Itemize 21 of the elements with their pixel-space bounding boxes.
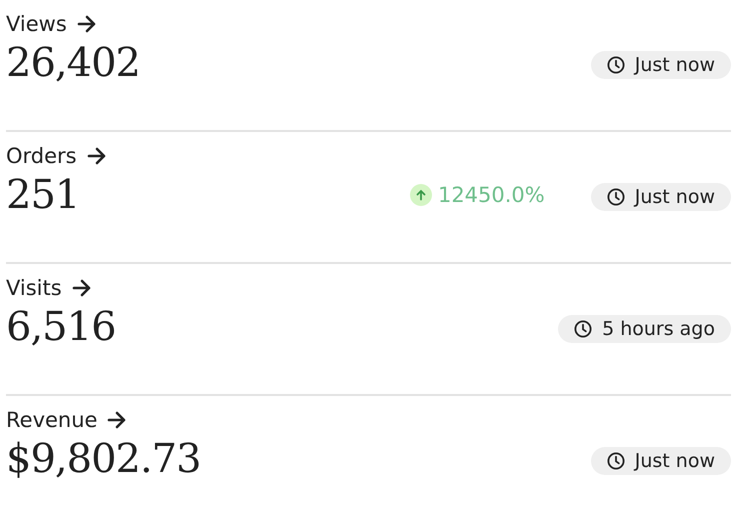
change-percent: 12450.0% <box>438 183 545 207</box>
metric-value: 6,516 <box>6 304 117 350</box>
metric-value: $9,802.73 <box>6 436 202 482</box>
arrow-right-icon <box>72 279 92 297</box>
clock-icon <box>606 452 625 470</box>
metric-value: 26,402 <box>6 40 141 86</box>
arrow-right-icon <box>76 15 97 33</box>
metric-link[interactable]: Views <box>6 8 97 40</box>
updated-badge: 5 hours ago <box>558 315 731 343</box>
metric-link[interactable]: Orders <box>6 140 107 172</box>
clock-icon <box>606 188 625 206</box>
metric-link[interactable]: Visits <box>6 272 92 304</box>
clock-icon <box>574 320 592 338</box>
updated-badge: Just now <box>590 447 731 475</box>
metric-value: 251 <box>6 172 80 218</box>
updated-badge: Just now <box>590 51 731 79</box>
clock-icon <box>606 56 625 74</box>
arrow-right-icon <box>86 147 107 165</box>
updated-badge: Just now <box>590 183 731 211</box>
arrow-right-icon <box>107 411 128 429</box>
metric-link[interactable]: Revenue <box>6 404 128 436</box>
